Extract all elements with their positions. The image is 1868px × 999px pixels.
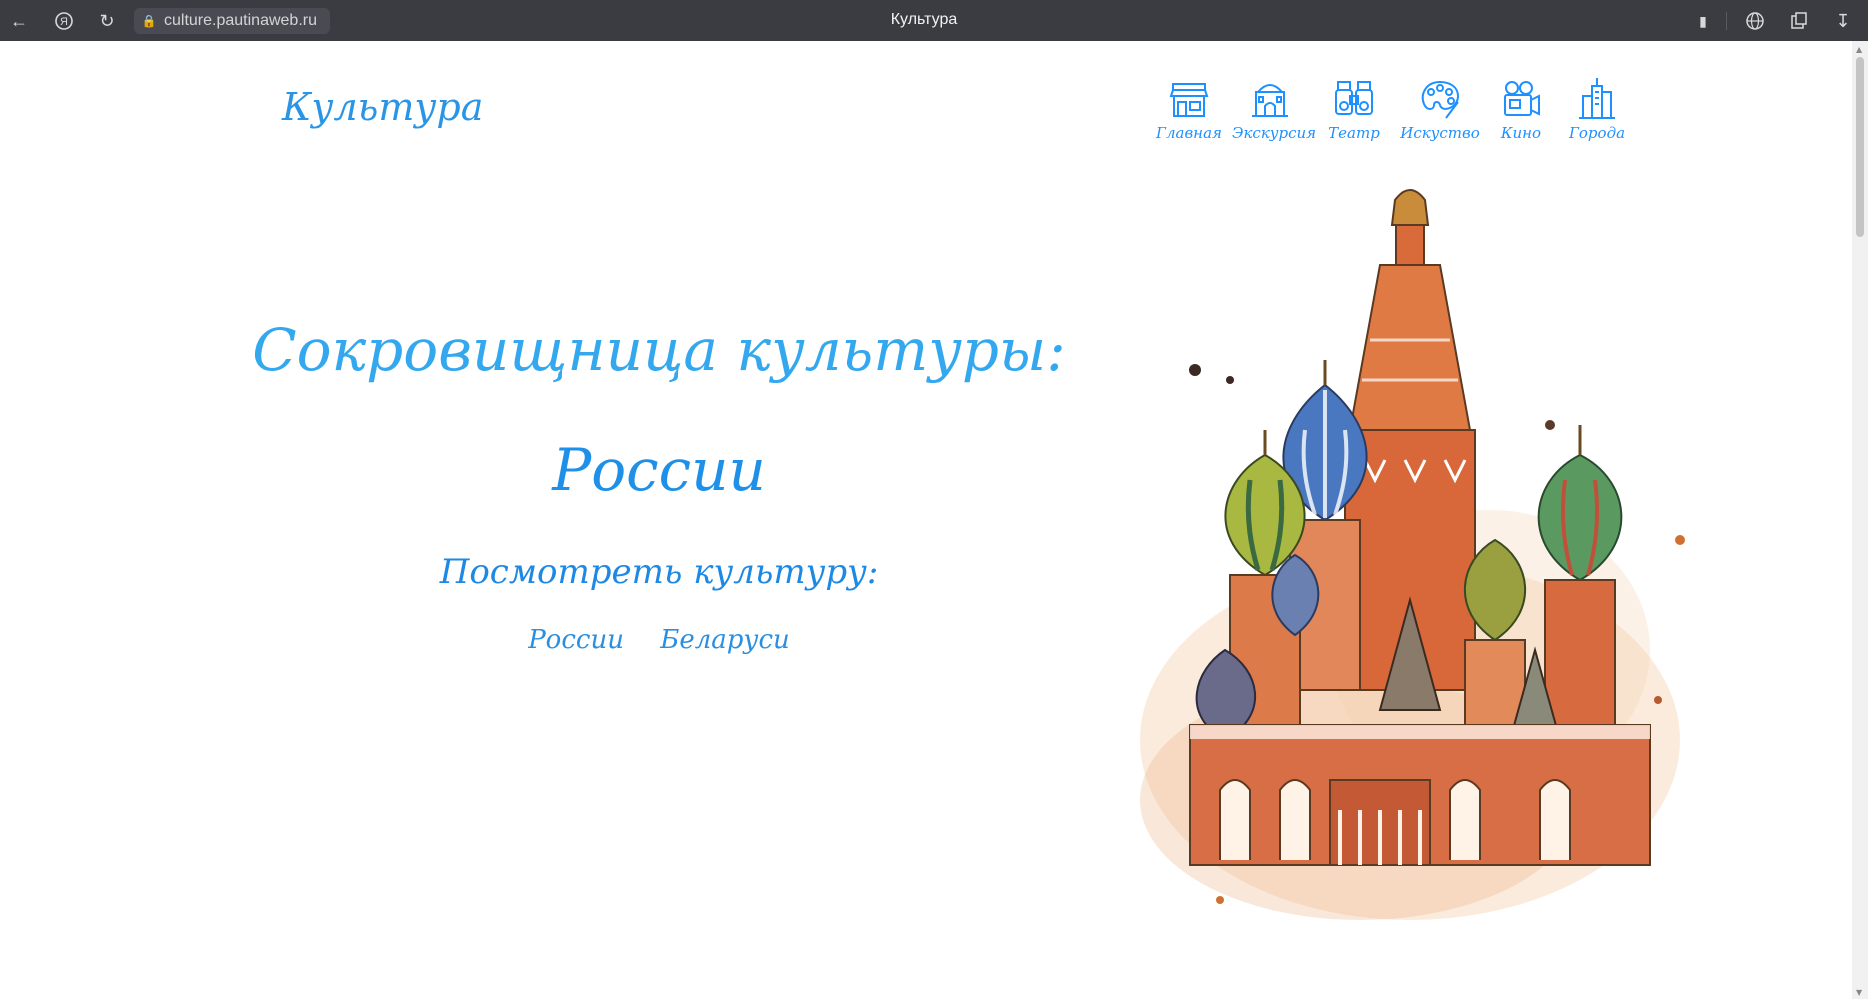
movie-camera-icon xyxy=(1504,81,1540,116)
window-title: Культура xyxy=(890,11,958,28)
nav-item-cities[interactable]: Города xyxy=(1562,78,1632,142)
bookmark-icon[interactable]: ▮ xyxy=(1690,8,1716,34)
scrollbar-thumb[interactable] xyxy=(1856,57,1864,237)
st-basils-cathedral-illustration xyxy=(1140,189,1685,920)
city-icon xyxy=(1579,78,1615,119)
nav-label: Главная xyxy=(1156,124,1222,142)
download-icon[interactable]: ↧ xyxy=(1830,8,1856,34)
site-logo[interactable]: Культура xyxy=(282,85,483,129)
nav-item-cinema[interactable]: Кино xyxy=(1494,78,1548,142)
nav-label: Театр xyxy=(1328,124,1380,142)
nav-item-art[interactable]: Искуство xyxy=(1400,78,1480,142)
browser-toolbar: ← Я ↻ 🔒 culture.pautinaweb.ru Культура ▮… xyxy=(0,0,1868,41)
scroll-down-icon[interactable]: ▼ xyxy=(1856,988,1862,997)
globe-icon[interactable] xyxy=(1742,8,1768,34)
museum-icon xyxy=(1252,84,1288,117)
nav-item-home[interactable]: Главная xyxy=(1151,78,1227,142)
nav-label: Экскурсия xyxy=(1232,124,1317,142)
toolbar-divider xyxy=(1726,12,1727,30)
scrollbar[interactable]: ▲ ▼ xyxy=(1852,41,1868,999)
palette-icon xyxy=(1421,80,1460,119)
link-belarus[interactable]: Беларуси xyxy=(660,625,790,655)
scroll-up-icon[interactable]: ▲ xyxy=(1856,45,1862,54)
nav-item-excursion[interactable]: Экскурсия xyxy=(1232,78,1317,142)
nav-label: Города xyxy=(1568,124,1626,142)
collections-icon[interactable] xyxy=(1786,8,1812,34)
binoculars-icon xyxy=(1335,81,1373,115)
nav-item-theatre[interactable]: Театр xyxy=(1322,78,1386,142)
nav-label: Искуство xyxy=(1400,124,1480,142)
shop-icon xyxy=(1169,83,1209,117)
nav-label: Кино xyxy=(1500,124,1542,142)
link-russia[interactable]: России xyxy=(528,625,624,655)
